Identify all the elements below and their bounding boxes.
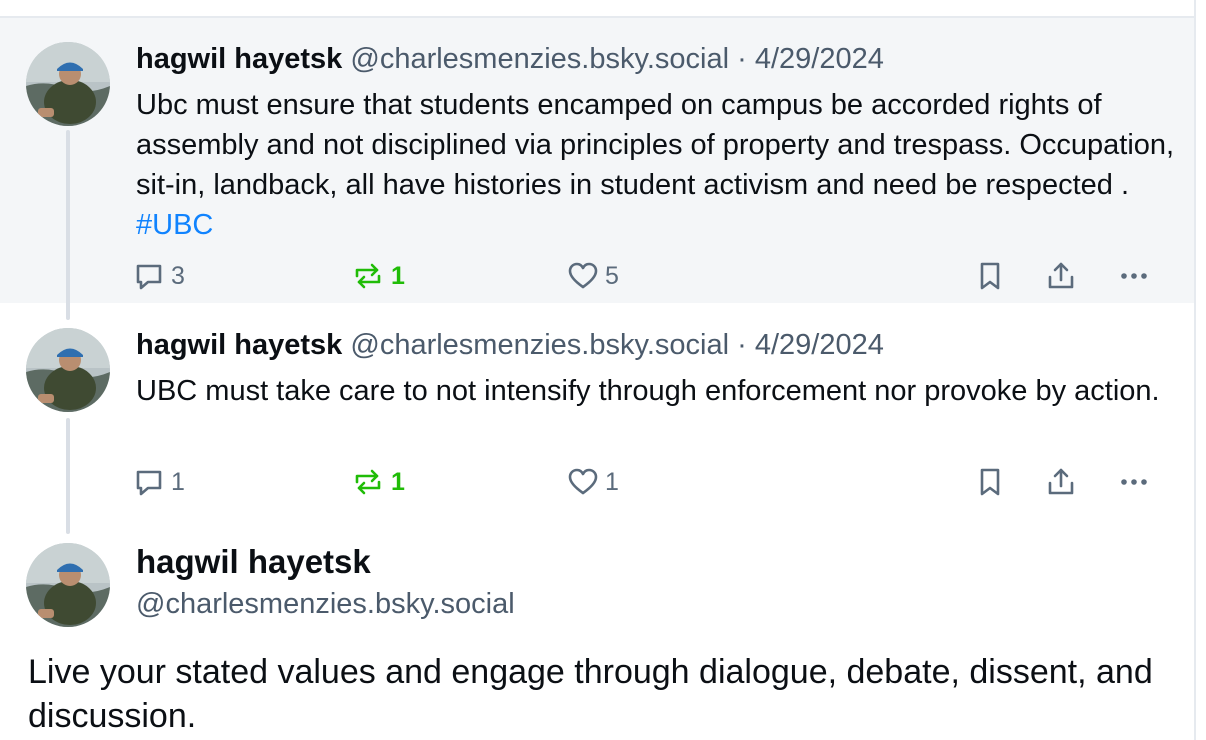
post-actions: 3 1 5 bbox=[133, 256, 1163, 296]
more-icon bbox=[1117, 260, 1151, 292]
reply-count: 3 bbox=[171, 261, 185, 290]
thread-line bbox=[66, 130, 70, 320]
bookmark-button[interactable] bbox=[975, 256, 1005, 296]
like-button[interactable]: 1 bbox=[567, 462, 619, 502]
like-count: 5 bbox=[605, 261, 619, 290]
avatar[interactable] bbox=[26, 328, 110, 412]
share-icon bbox=[1045, 260, 1077, 292]
avatar[interactable] bbox=[26, 42, 110, 126]
like-count: 1 bbox=[605, 467, 619, 496]
more-icon bbox=[1117, 466, 1151, 498]
avatar[interactable] bbox=[26, 543, 110, 627]
author-handle[interactable]: @charlesmenzies.bsky.social bbox=[350, 329, 729, 361]
column-border bbox=[1194, 0, 1196, 740]
share-icon bbox=[1045, 466, 1077, 498]
like-icon bbox=[567, 466, 599, 498]
reply-count: 1 bbox=[171, 467, 185, 496]
more-button[interactable] bbox=[1117, 462, 1151, 502]
more-button[interactable] bbox=[1117, 256, 1151, 296]
like-icon bbox=[567, 260, 599, 292]
like-button[interactable]: 5 bbox=[567, 256, 619, 296]
post-text: Ubc must ensure that students encamped o… bbox=[136, 85, 1176, 245]
reply-button[interactable]: 3 bbox=[133, 256, 185, 296]
post-date[interactable]: 4/29/2024 bbox=[755, 329, 884, 361]
reply-icon bbox=[133, 466, 165, 498]
post-text: Live your stated values and engage throu… bbox=[28, 653, 1153, 735]
share-button[interactable] bbox=[1045, 462, 1077, 502]
separator-dot: · bbox=[737, 43, 747, 75]
author-handle[interactable]: @charlesmenzies.bsky.social bbox=[350, 43, 729, 75]
author-name[interactable]: hagwil hayetsk bbox=[136, 543, 371, 581]
author-name[interactable]: hagwil hayetsk bbox=[136, 329, 342, 361]
repost-icon bbox=[351, 466, 385, 498]
reply-button[interactable]: 1 bbox=[133, 462, 185, 502]
post-actions: 1 1 1 bbox=[133, 462, 1163, 502]
author-name[interactable]: hagwil hayetsk bbox=[136, 43, 342, 75]
separator-dot: · bbox=[737, 329, 747, 361]
bookmark-icon bbox=[975, 466, 1005, 498]
repost-count: 1 bbox=[391, 261, 405, 290]
thread-line bbox=[66, 418, 70, 534]
repost-count: 1 bbox=[391, 467, 405, 496]
hashtag-link[interactable]: #UBC bbox=[136, 209, 213, 241]
post-date[interactable]: 4/29/2024 bbox=[755, 43, 884, 75]
repost-icon bbox=[351, 260, 385, 292]
share-button[interactable] bbox=[1045, 256, 1077, 296]
bookmark-button[interactable] bbox=[975, 462, 1005, 502]
post-text: UBC must take care to not intensify thro… bbox=[136, 375, 1160, 407]
post-text-content: Ubc must ensure that students encamped o… bbox=[136, 89, 1175, 201]
bookmark-icon bbox=[975, 260, 1005, 292]
reply-icon bbox=[133, 260, 165, 292]
repost-button[interactable]: 1 bbox=[351, 462, 405, 502]
repost-button[interactable]: 1 bbox=[351, 256, 405, 296]
author-handle[interactable]: @charlesmenzies.bsky.social bbox=[136, 588, 515, 621]
